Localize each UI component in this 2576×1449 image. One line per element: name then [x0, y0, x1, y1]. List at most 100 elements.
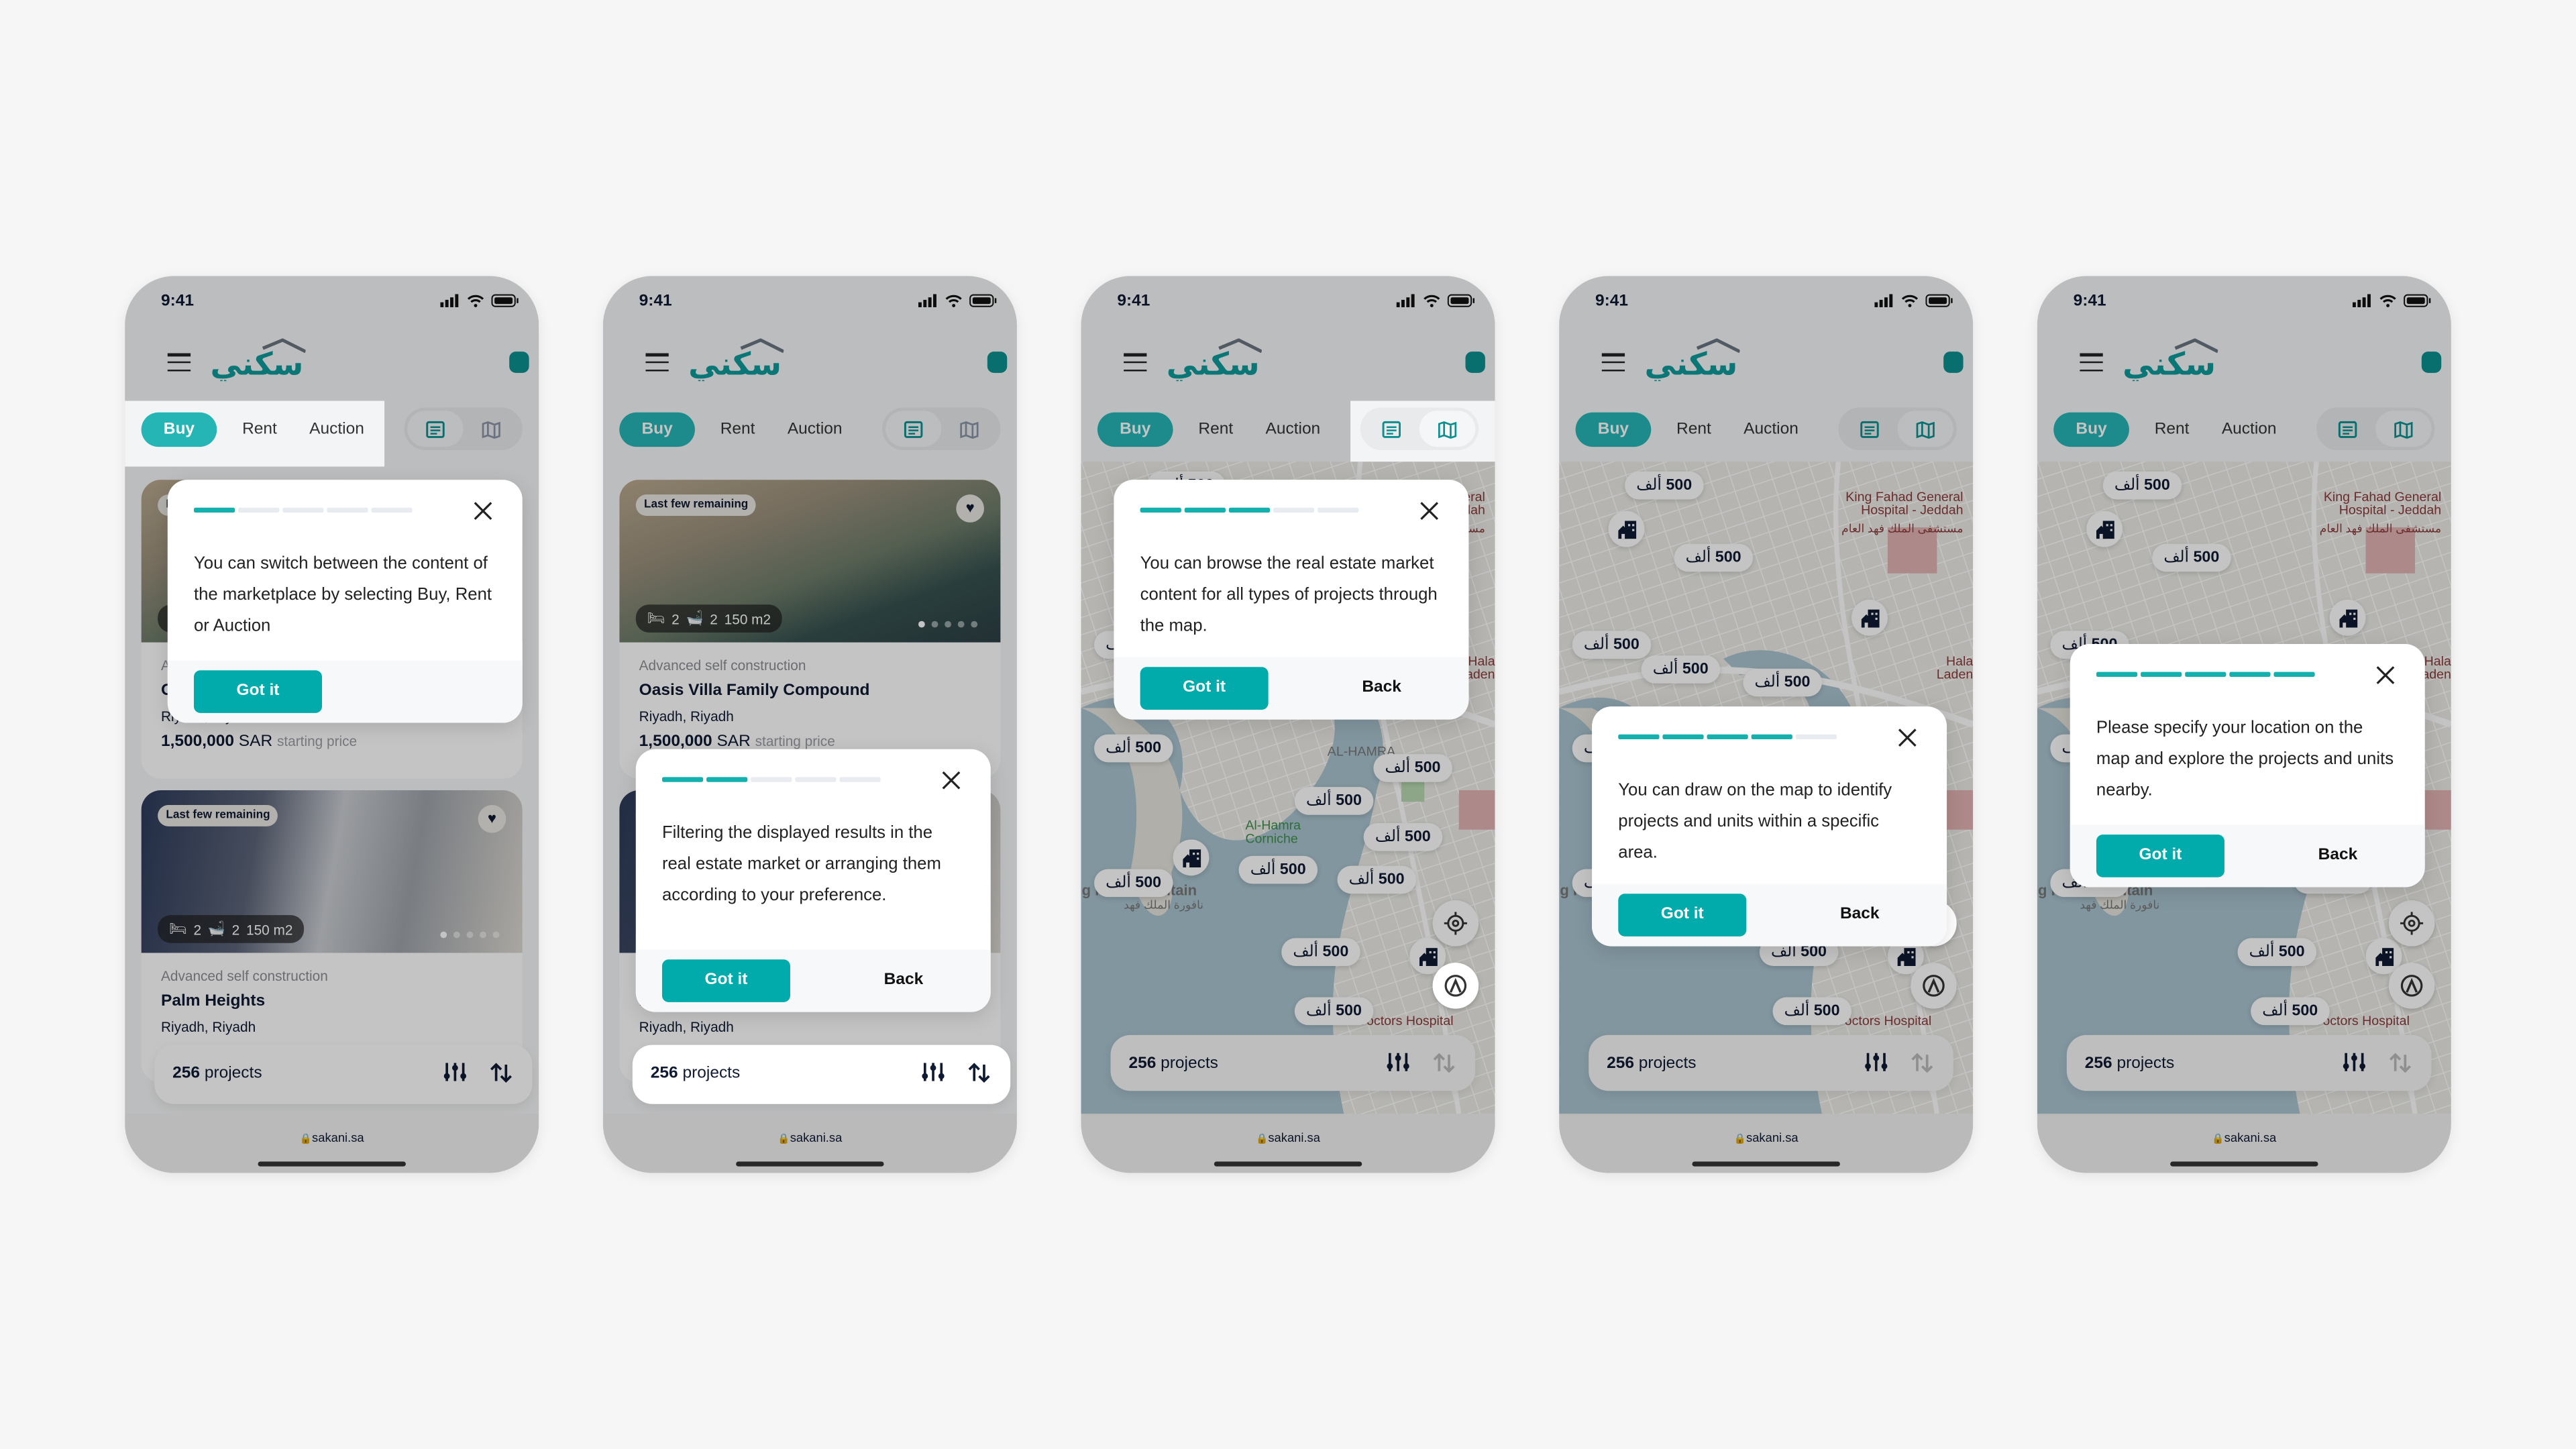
price-marker[interactable]: 500 ألف: [1281, 938, 1360, 967]
menu-button[interactable]: [2080, 353, 2103, 372]
menu-button[interactable]: [1124, 353, 1147, 372]
tab-rent[interactable]: Rent: [1186, 413, 1245, 447]
got-it-button[interactable]: Got it: [661, 959, 790, 1002]
close-tooltip-button[interactable]: [941, 769, 961, 790]
list-view-button[interactable]: [2320, 411, 2375, 447]
draw-area-button[interactable]: [1911, 963, 1957, 1009]
sakani-logo[interactable]: سكني: [1642, 338, 1741, 389]
close-icon[interactable]: [1898, 728, 1917, 747]
price-marker[interactable]: 500 ألف: [1294, 787, 1374, 815]
list-view-button[interactable]: [1841, 411, 1897, 447]
market-type-tabs[interactable]: Buy Rent Auction: [125, 400, 385, 467]
sakani-logo[interactable]: سكني: [207, 338, 307, 389]
tab-rent[interactable]: Rent: [708, 413, 767, 447]
tab-auction[interactable]: Auction: [1730, 413, 1812, 447]
price-marker[interactable]: 500 ألف: [2102, 471, 2182, 500]
got-it-button[interactable]: Got it: [1618, 894, 1747, 936]
favorite-button[interactable]: ♥: [478, 805, 506, 833]
photo-pagination[interactable]: [918, 621, 978, 628]
market-type-tabs[interactable]: Buy Rent Auction: [2037, 401, 2297, 467]
price-marker[interactable]: 500 ألف: [1674, 543, 1753, 572]
price-marker[interactable]: 500 ألف: [1373, 754, 1452, 782]
price-marker[interactable]: 500 ألف: [1094, 869, 1173, 898]
close-icon[interactable]: [941, 771, 961, 790]
price-marker[interactable]: 500 ألف: [1337, 865, 1416, 894]
menu-button[interactable]: [1601, 353, 1625, 372]
got-it-button[interactable]: Got it: [1140, 667, 1269, 710]
home-indicator[interactable]: [258, 1161, 406, 1167]
tab-auction[interactable]: Auction: [1252, 413, 1334, 447]
sort-button[interactable]: [1433, 1051, 1456, 1081]
close-icon[interactable]: [473, 501, 492, 521]
draw-area-button[interactable]: [1432, 963, 1479, 1009]
map-view-button[interactable]: [1419, 411, 1476, 447]
tab-auction[interactable]: Auction: [2208, 413, 2290, 447]
price-marker[interactable]: 500 ألف: [1363, 822, 1442, 851]
listing-card[interactable]: Last few remaining ♥ 🛏 2 🛁 2 150 m2 Advanced se…: [141, 790, 523, 1083]
listing-card[interactable]: Last few remaining ♥ 🛏 2 🛁 2 150 m2 Advanced se…: [619, 480, 1001, 779]
price-marker[interactable]: 500 ألف: [1572, 631, 1651, 659]
sakani-logo[interactable]: سكني: [2119, 338, 2219, 389]
tab-buy[interactable]: Buy: [619, 412, 695, 447]
sort-button[interactable]: [2389, 1051, 2412, 1081]
price-marker[interactable]: 500 ألف: [1094, 734, 1173, 763]
close-icon[interactable]: [1419, 501, 1439, 521]
view-toggle[interactable]: [1360, 407, 1479, 451]
filter-button[interactable]: [922, 1061, 945, 1091]
tab-auction[interactable]: Auction: [296, 413, 378, 447]
list-view-button[interactable]: [407, 411, 464, 447]
tab-rent[interactable]: Rent: [1664, 413, 1723, 447]
close-tooltip-button[interactable]: [1419, 499, 1439, 521]
photo-pagination[interactable]: [440, 931, 500, 938]
view-toggle[interactable]: [404, 407, 523, 451]
building-marker[interactable]: [2086, 511, 2123, 547]
listing-title[interactable]: Oasis Villa Family Compound: [639, 682, 870, 700]
menu-button[interactable]: [645, 353, 669, 372]
price-marker[interactable]: 500 ألف: [1625, 471, 1704, 500]
home-indicator[interactable]: [736, 1161, 884, 1167]
price-marker[interactable]: 500 ألف: [1772, 997, 1851, 1026]
pagination-dot[interactable]: [440, 931, 447, 938]
filter-button[interactable]: [1865, 1051, 1888, 1081]
list-view-button[interactable]: [885, 411, 942, 447]
pagination-dot[interactable]: [931, 621, 938, 628]
close-tooltip-button[interactable]: [1898, 726, 1917, 747]
map-view-button[interactable]: [2375, 411, 2432, 447]
menu-button[interactable]: [167, 353, 191, 372]
close-tooltip-button[interactable]: [2375, 663, 2395, 684]
profile-button[interactable]: [1465, 352, 1485, 373]
pagination-dot[interactable]: [918, 621, 925, 628]
tab-rent[interactable]: Rent: [230, 413, 289, 447]
list-view-button[interactable]: [1364, 411, 1419, 447]
pagination-dot[interactable]: [971, 621, 978, 628]
view-toggle[interactable]: [882, 407, 1001, 451]
building-marker[interactable]: [2329, 599, 2366, 636]
building-marker[interactable]: [1608, 511, 1645, 547]
tab-buy[interactable]: Buy: [141, 412, 217, 447]
filter-button[interactable]: [2343, 1051, 2366, 1081]
sakani-logo[interactable]: سكني: [685, 338, 785, 389]
map-view-button[interactable]: [1897, 411, 1953, 447]
pagination-dot[interactable]: [492, 931, 500, 938]
tab-buy[interactable]: Buy: [2053, 412, 2129, 447]
price-marker[interactable]: 500 ألف: [1641, 655, 1720, 684]
price-marker[interactable]: 500 ألف: [1743, 668, 1822, 697]
listing-photo[interactable]: Last few remaining ♥ 🛏 2 🛁 2 150 m2: [619, 480, 1001, 643]
market-type-tabs[interactable]: Buy Rent Auction: [603, 401, 863, 467]
map-view-button[interactable]: [464, 411, 519, 447]
price-marker[interactable]: 500 ألف: [2152, 543, 2231, 572]
market-type-tabs[interactable]: Buy Rent Auction: [1559, 401, 1819, 467]
profile-button[interactable]: [987, 352, 1008, 373]
sort-button[interactable]: [1911, 1051, 1933, 1081]
profile-button[interactable]: [2421, 352, 2442, 373]
market-type-tabs[interactable]: Buy Rent Auction: [1081, 401, 1340, 467]
price-marker[interactable]: 500 ألف: [1294, 997, 1374, 1026]
map-view-button[interactable]: [941, 411, 997, 447]
building-marker[interactable]: [1173, 839, 1210, 876]
close-tooltip-button[interactable]: [473, 499, 492, 521]
listing-title[interactable]: Palm Heights: [161, 992, 265, 1010]
tab-auction[interactable]: Auction: [773, 413, 855, 447]
tab-buy[interactable]: Buy: [1575, 412, 1652, 447]
back-button[interactable]: Back: [1803, 894, 1917, 936]
sort-button[interactable]: [490, 1061, 513, 1091]
